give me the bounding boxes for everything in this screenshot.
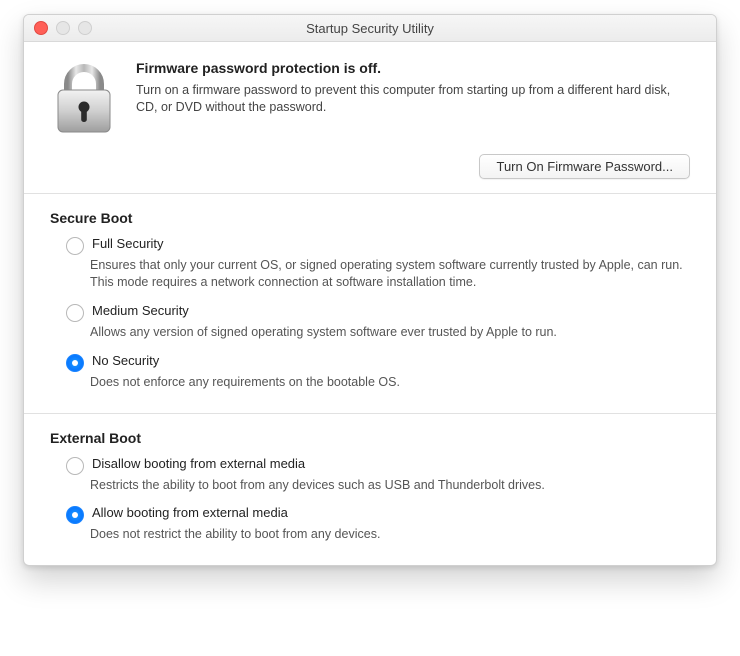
radio-desc-medium-security: Allows any version of signed operating s…	[90, 324, 690, 341]
traffic-lights	[34, 21, 92, 35]
radio-label-allow-external[interactable]: Allow booting from external media	[92, 505, 288, 522]
radio-medium-security[interactable]	[66, 304, 84, 322]
lock-icon	[50, 60, 118, 136]
radio-full-security[interactable]	[66, 237, 84, 255]
radio-desc-allow-external: Does not restrict the ability to boot fr…	[90, 526, 690, 543]
turn-on-firmware-password-button[interactable]: Turn On Firmware Password...	[479, 154, 690, 179]
firmware-heading: Firmware password protection is off.	[136, 60, 690, 76]
radio-no-security[interactable]	[66, 354, 84, 372]
radio-allow-external[interactable]	[66, 506, 84, 524]
radio-disallow-external[interactable]	[66, 457, 84, 475]
radio-desc-disallow-external: Restricts the ability to boot from any d…	[90, 477, 690, 494]
radio-label-medium-security[interactable]: Medium Security	[92, 303, 189, 320]
secure-boot-section: Secure Boot Full Security Ensures that o…	[24, 194, 716, 413]
window-title: Startup Security Utility	[24, 21, 716, 36]
radio-label-disallow-external[interactable]: Disallow booting from external media	[92, 456, 305, 473]
close-button[interactable]	[34, 21, 48, 35]
startup-security-window: Startup Security Utility	[23, 14, 717, 566]
radio-label-no-security[interactable]: No Security	[92, 353, 159, 370]
firmware-section: Firmware password protection is off. Tur…	[24, 42, 716, 193]
minimize-button	[56, 21, 70, 35]
titlebar: Startup Security Utility	[24, 15, 716, 42]
radio-desc-full-security: Ensures that only your current OS, or si…	[90, 257, 690, 291]
external-boot-section: External Boot Disallow booting from exte…	[24, 414, 716, 566]
radio-desc-no-security: Does not enforce any requirements on the…	[90, 374, 690, 391]
firmware-desc: Turn on a firmware password to prevent t…	[136, 82, 690, 116]
zoom-button	[78, 21, 92, 35]
radio-label-full-security[interactable]: Full Security	[92, 236, 164, 253]
external-boot-heading: External Boot	[50, 430, 690, 446]
secure-boot-heading: Secure Boot	[50, 210, 690, 226]
